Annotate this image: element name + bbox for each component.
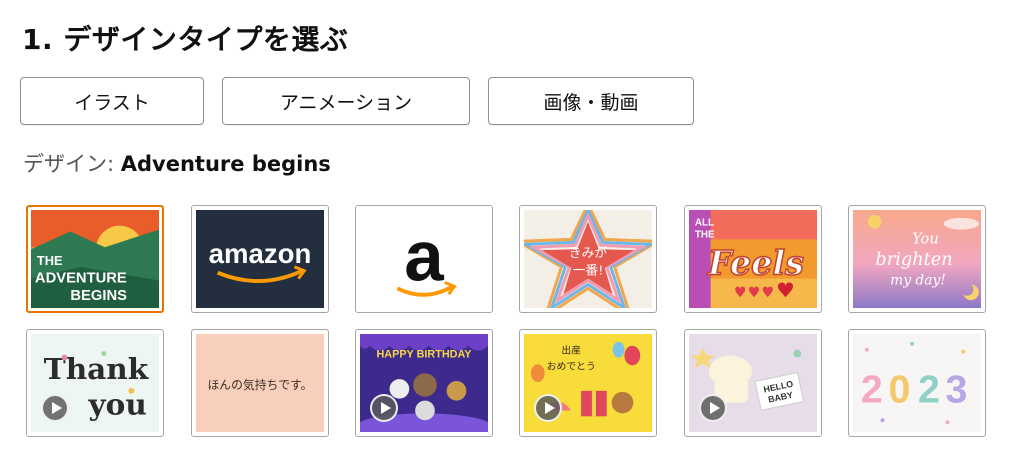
design-tile-thank-you[interactable]: Thank you (26, 329, 164, 437)
svg-text:HAPPY BIRTHDAY: HAPPY BIRTHDAY (376, 349, 472, 361)
design-tile-happy-birthday[interactable]: HAPPY BIRTHDAY (355, 329, 493, 437)
design-tile-amazon-a-logo[interactable]: a (355, 205, 493, 313)
svg-text:THE: THE (37, 253, 63, 268)
animation-type-button[interactable]: アニメーション (222, 77, 470, 125)
svg-text:my day!: my day! (890, 273, 946, 289)
design-thumbnail: THE ADVENTURE BEGINS (31, 210, 159, 308)
design-tile-adventure-begins[interactable]: THE ADVENTURE BEGINS (26, 205, 164, 313)
design-thumbnail: きみが 一番! (524, 210, 652, 308)
svg-text:ADVENTURE: ADVENTURE (35, 271, 127, 287)
design-thumbnail: 出産 おめでとう (524, 334, 652, 432)
svg-text:0: 0 (888, 368, 910, 412)
design-tile-hello-baby[interactable]: HELLO BABY (684, 329, 822, 437)
selected-design-prefix: デザイン: (23, 152, 115, 176)
svg-text:THE: THE (695, 229, 715, 240)
design-thumbnail: ほんの気持ちです。 (196, 334, 324, 432)
svg-text:きみが: きみが (569, 246, 608, 261)
svg-text:Thank: Thank (44, 351, 149, 386)
svg-text:2: 2 (918, 368, 940, 412)
svg-text:ALL: ALL (695, 218, 714, 229)
design-thumbnail: HAPPY BIRTHDAY (360, 334, 488, 432)
design-tile-kimiga-ichiban[interactable]: きみが 一番! (519, 205, 657, 313)
svg-text:BEGINS: BEGINS (70, 288, 127, 304)
svg-text:一番!: 一番! (573, 264, 604, 279)
svg-text:You: You (912, 230, 939, 247)
design-tile-all-the-feels[interactable]: ALL THE Feels (684, 205, 822, 313)
design-tile-honno-kimochi[interactable]: ほんの気持ちです。 (191, 329, 329, 437)
design-thumbnail: ALL THE Feels (689, 210, 817, 308)
page-title: 1. デザインタイプを選ぶ (22, 23, 349, 56)
image-video-type-button[interactable]: 画像・動画 (488, 77, 694, 125)
design-tile-amazon-logo-dark[interactable]: amazon (191, 205, 329, 313)
svg-text:おめでとう: おめでとう (547, 360, 596, 372)
svg-text:a: a (404, 217, 444, 296)
design-thumbnail: a (360, 210, 488, 308)
svg-text:ほんの気持ちです。: ほんの気持ちです。 (208, 378, 313, 392)
svg-text:出産: 出産 (561, 344, 581, 357)
illustration-type-button[interactable]: イラスト (20, 77, 204, 125)
svg-text:you: you (87, 386, 146, 421)
selected-design-label: デザイン: Adventure begins (23, 148, 331, 178)
svg-text:amazon: amazon (209, 238, 312, 269)
design-tile-you-brighten-my-day[interactable]: You brighten my day! (848, 205, 986, 313)
play-icon (41, 394, 69, 422)
play-icon (370, 394, 398, 422)
svg-text:Feels: Feels (707, 244, 804, 283)
svg-text:2: 2 (861, 368, 883, 412)
svg-text:3: 3 (946, 368, 968, 412)
design-thumbnail: Thank you (31, 334, 159, 432)
selected-design-name: Adventure begins (120, 152, 331, 176)
play-icon (534, 394, 562, 422)
design-thumbnail: 2 0 2 3 (853, 334, 981, 432)
design-tile-shussan-omedetou[interactable]: 出産 おめでとう (519, 329, 657, 437)
svg-text:brighten: brighten (875, 250, 952, 270)
design-thumbnail: You brighten my day! (853, 210, 981, 308)
design-tile-2023[interactable]: 2 0 2 3 (848, 329, 986, 437)
design-thumbnail: amazon (196, 210, 324, 308)
play-icon (699, 394, 727, 422)
design-thumbnail: HELLO BABY (689, 334, 817, 432)
